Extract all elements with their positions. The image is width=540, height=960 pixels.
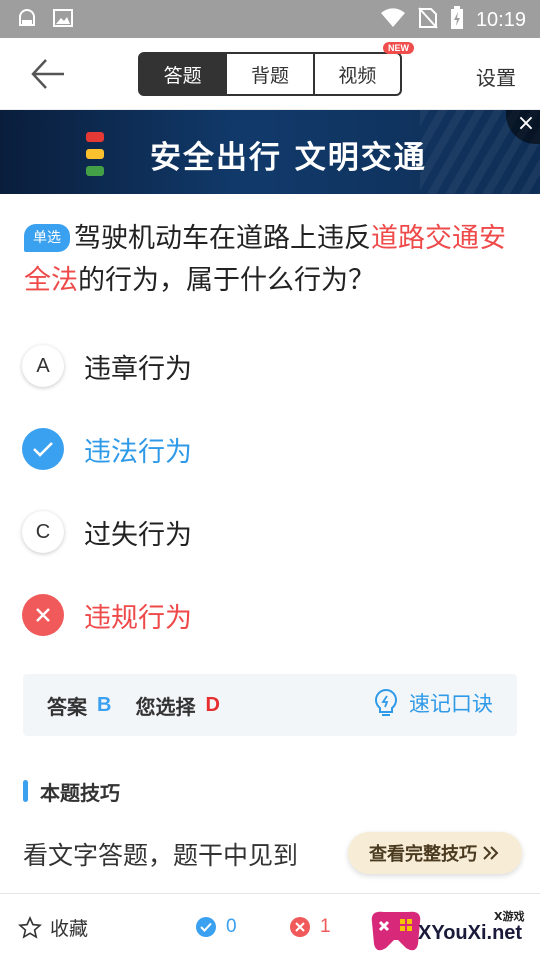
correct-count[interactable]: 0 bbox=[196, 916, 237, 938]
your-choice-value: D bbox=[205, 693, 220, 716]
check-circle-icon bbox=[196, 917, 216, 937]
option-letter: C bbox=[22, 511, 64, 553]
traffic-light-icon bbox=[86, 132, 106, 176]
option-text: 违规行为 bbox=[84, 602, 192, 634]
option-d[interactable]: 违规行为 bbox=[22, 585, 512, 645]
settings-button[interactable]: 设置 bbox=[476, 62, 516, 91]
mode-tabs: 答题 背题 视频 NEW bbox=[138, 42, 414, 96]
cross-circle-icon bbox=[290, 917, 310, 937]
double-chevron-right-icon bbox=[483, 846, 499, 860]
no-sim-icon bbox=[418, 7, 438, 33]
image-icon bbox=[52, 7, 74, 29]
tip-heading: 本题技巧 bbox=[23, 778, 120, 805]
option-a[interactable]: A 违章行为 bbox=[22, 336, 512, 396]
star-icon bbox=[18, 915, 42, 939]
top-nav: 答题 背题 视频 NEW 设置 bbox=[0, 38, 540, 110]
site-watermark: X游戏 XYouXi.net bbox=[366, 896, 540, 960]
gamepad-logo-icon bbox=[371, 911, 421, 951]
answer-summary: 答案 B 您选择 D 速记口诀 bbox=[23, 674, 517, 736]
battery-charging-icon bbox=[450, 6, 464, 34]
cross-icon bbox=[22, 594, 64, 636]
section-marker bbox=[23, 780, 28, 802]
question-text: 单选 驾驶机动车在道路上违反道路交通安全法的行为，属于什么行为？ bbox=[24, 223, 506, 296]
answer-value: B bbox=[97, 693, 112, 716]
tab-memorize[interactable]: 背题 bbox=[227, 54, 315, 94]
wrong-count[interactable]: 1 bbox=[290, 916, 331, 938]
lightbulb-icon bbox=[375, 688, 397, 716]
memo-tip-button[interactable]: 速记口诀 bbox=[373, 688, 493, 718]
new-badge: NEW bbox=[382, 42, 414, 54]
status-bar: 10:19 bbox=[0, 0, 540, 38]
option-c[interactable]: C 过失行为 bbox=[22, 502, 512, 562]
status-time: 10:19 bbox=[475, 8, 526, 31]
banner-text: 安全出行 文明交通 bbox=[150, 140, 427, 176]
option-letter: A bbox=[22, 345, 64, 387]
tab-answer[interactable]: 答题 bbox=[140, 54, 228, 94]
favorite-button[interactable]: 收藏 bbox=[18, 914, 88, 941]
tab-video[interactable]: 视频 NEW bbox=[315, 42, 414, 94]
back-button[interactable] bbox=[28, 56, 68, 92]
option-text: 过失行为 bbox=[84, 519, 192, 551]
option-b[interactable]: 违法行为 bbox=[22, 419, 512, 479]
option-text: 违章行为 bbox=[84, 353, 192, 385]
back-arrow-icon bbox=[31, 59, 64, 89]
check-icon bbox=[22, 428, 64, 470]
option-text: 违法行为 bbox=[84, 436, 192, 468]
notification-icon bbox=[16, 7, 38, 29]
close-icon: × bbox=[516, 111, 536, 136]
answer-label: 答案 bbox=[47, 694, 87, 719]
ad-banner[interactable]: 安全出行 文明交通 × bbox=[0, 110, 540, 194]
your-choice-label: 您选择 bbox=[135, 694, 196, 719]
wifi-icon bbox=[380, 7, 406, 33]
question-type-badge: 单选 bbox=[24, 224, 70, 252]
watermark-main-text: XYouXi.net bbox=[418, 922, 523, 944]
view-full-tip-button[interactable]: 查看完整技巧 bbox=[348, 832, 522, 874]
